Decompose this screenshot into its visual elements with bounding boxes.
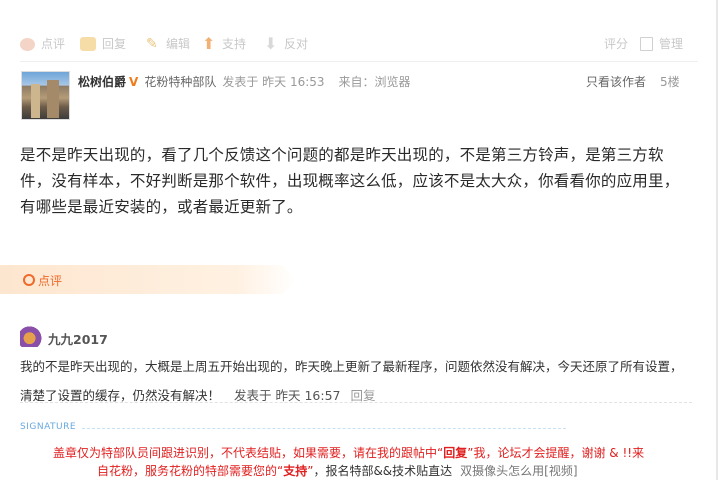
post-time: 发表于 昨天 16:53 xyxy=(222,75,325,89)
signature-text-2a: 自花粉，服务花粉的特部需要您的“ xyxy=(97,464,284,478)
signature-join-link[interactable]: ，报名特部&&技术贴直达 xyxy=(313,464,452,478)
commenter-name[interactable]: 九九2017 xyxy=(48,329,108,348)
comment-action[interactable]: 点评 xyxy=(20,34,65,54)
author-team[interactable]: 花粉特种部队 xyxy=(144,75,216,89)
manage-action[interactable]: 管理 xyxy=(640,34,683,54)
reply-icon xyxy=(80,37,96,51)
support-action-label: 支持 xyxy=(222,37,247,51)
comment-time: 发表于 昨天 16:57 xyxy=(234,388,341,403)
comment-action-label: 点评 xyxy=(41,37,66,51)
only-author-link[interactable]: 只看该作者 xyxy=(586,73,646,90)
signature-text-1c: ”我，论坛才会提醒，谢谢 & !!来 xyxy=(467,446,645,460)
review-circle-icon xyxy=(23,274,35,286)
manage-action-label: 管理 xyxy=(659,37,684,51)
reply-action-label: 回复 xyxy=(102,37,127,51)
signature-video-link[interactable]: 双摄像头怎么用[视频] xyxy=(460,464,577,478)
signature-line-2: 自花粉，服务花粉的特部需要您的“支持”，报名特部&&技术贴直达 双摄像头怎么用[视… xyxy=(97,462,578,479)
divider xyxy=(20,61,698,62)
author-avatar[interactable] xyxy=(21,71,70,120)
commenter-avatar[interactable] xyxy=(20,325,44,347)
post-meta: 松树伯爵 V 花粉特种部队 发表于 昨天 16:53 来自：浏览器 xyxy=(78,73,411,90)
author-name[interactable]: 松树伯爵 xyxy=(78,75,126,89)
floor-number[interactable]: 5楼 xyxy=(660,73,680,90)
thumb-up-arrow-icon: ⬆ xyxy=(202,34,216,53)
reply-action[interactable]: 回复 xyxy=(80,34,126,54)
signature-title: SIGNATURE xyxy=(20,422,77,432)
post-content: 是不是昨天出现的，看了几个反馈这个问题的都是昨天出现的，不是第三方铃声，是第三方… xyxy=(20,146,680,216)
signature-text-1a: 盖章仅为特部队员间跟进识别，不代表结贴，如果需要，请在我的跟帖中“ xyxy=(53,446,444,460)
rate-action[interactable]: 评分 xyxy=(604,34,628,54)
post-source: 来自：浏览器 xyxy=(338,75,411,89)
signature-reply-highlight: 回复 xyxy=(443,446,468,460)
signature-divider xyxy=(82,428,566,429)
comment-reply-link[interactable]: 回复 xyxy=(351,388,376,403)
signature-line-1: 盖章仅为特部队员间跟进识别，不代表结贴，如果需要，请在我的跟帖中“回复”我，论坛… xyxy=(53,444,644,461)
signature-support-highlight: 支持 xyxy=(283,464,308,478)
edit-action[interactable]: ✎ 编辑 xyxy=(146,34,190,54)
oppose-action[interactable]: ⬇ 反对 xyxy=(264,34,308,54)
review-label: 点评 xyxy=(38,274,63,288)
post-action-bar: 点评 回复 ✎ 编辑 ⬆ 支持 ⬇ 反对 评分 管理 xyxy=(20,34,690,54)
edit-action-label: 编辑 xyxy=(166,37,191,51)
oppose-action-label: 反对 xyxy=(284,37,309,51)
manage-icon xyxy=(640,37,653,51)
thumb-down-arrow-icon: ⬇ xyxy=(264,34,278,53)
comment-divider xyxy=(20,402,692,403)
support-action[interactable]: ⬆ 支持 xyxy=(202,34,246,54)
rate-action-label: 评分 xyxy=(604,37,629,51)
comment-icon xyxy=(20,37,35,51)
verified-badge: V xyxy=(129,75,139,89)
pencil-icon: ✎ xyxy=(146,36,158,52)
